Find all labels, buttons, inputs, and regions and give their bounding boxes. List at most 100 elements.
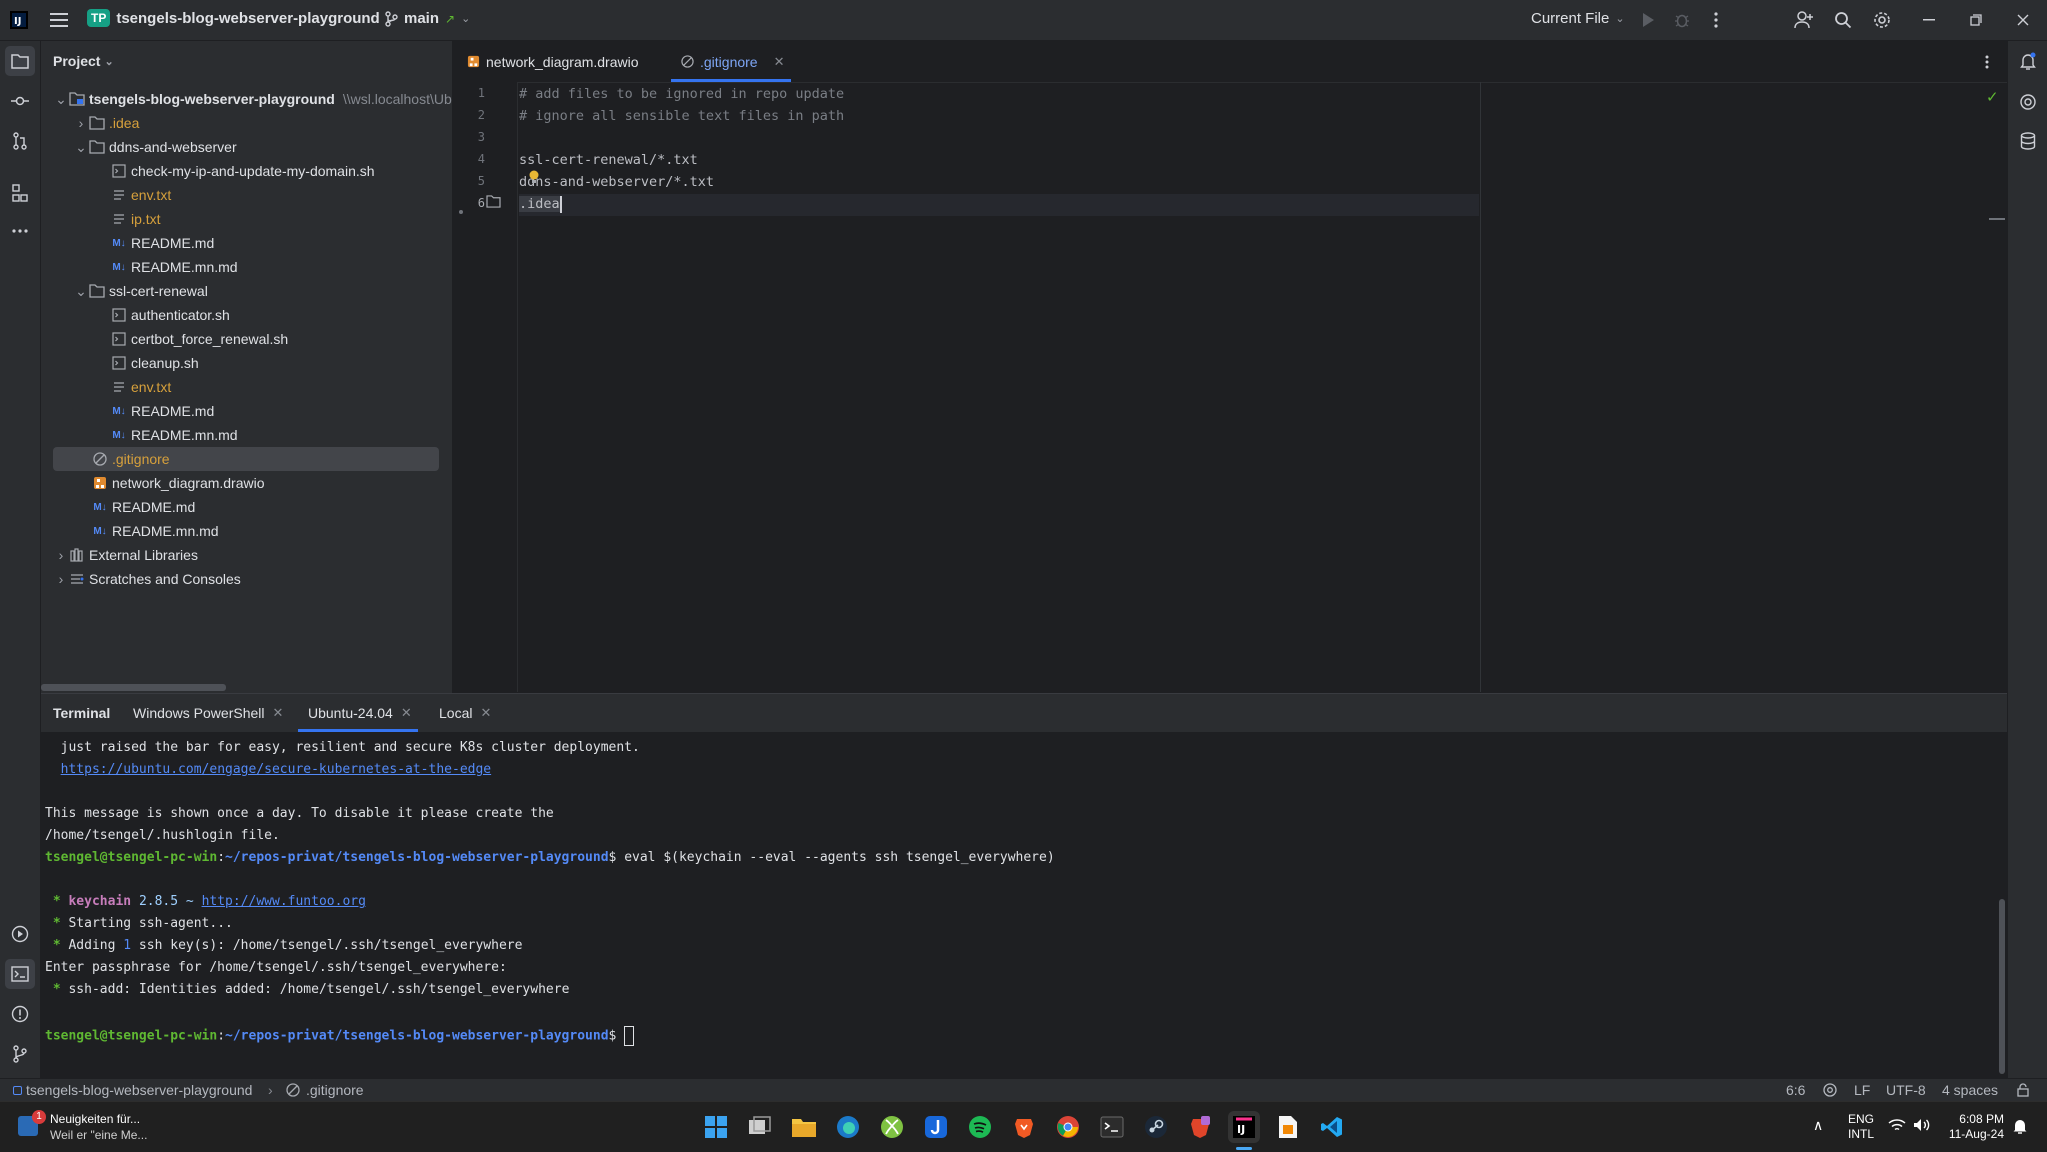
terminal-link[interactable]: https://ubuntu.com/engage/secure-kuberne…: [61, 762, 491, 777]
chrome-browser-icon[interactable]: [1052, 1111, 1084, 1143]
file-explorer-icon[interactable]: [788, 1111, 820, 1143]
tree-item-file[interactable]: check-my-ip-and-update-my-domain.sh: [111, 159, 375, 183]
inspection-ok-check-icon[interactable]: ✓: [1986, 88, 1999, 106]
run-icon[interactable]: [1633, 5, 1663, 35]
add-user-icon[interactable]: [1789, 5, 1819, 35]
tree-item-folder[interactable]: ⌄ ddns-and-webserver: [73, 135, 237, 159]
tree-item-file[interactable]: certbot_force_renewal.sh: [111, 327, 288, 351]
spotify-icon[interactable]: [964, 1111, 996, 1143]
more-tools-icon[interactable]: [5, 216, 35, 246]
project-panel-header[interactable]: Project ⌄: [53, 53, 114, 69]
tree-item-scratches[interactable]: › Scratches and Consoles: [53, 567, 241, 591]
steam-icon[interactable]: [1140, 1111, 1172, 1143]
tree-item-file[interactable]: M↓ README.mn.md: [111, 255, 237, 279]
restore-window-icon[interactable]: [1961, 5, 1991, 35]
news-widget[interactable]: 1 Neuigkeiten für... Weil er "eine Me...: [16, 1110, 166, 1144]
breadcrumb-file[interactable]: .gitignore: [306, 1082, 364, 1098]
git-tool-icon[interactable]: [5, 1039, 35, 1069]
windows-start-icon[interactable]: [700, 1111, 732, 1143]
search-icon[interactable]: [1828, 5, 1858, 35]
tab-ubuntu[interactable]: Ubuntu-24.04 ✕: [298, 694, 418, 732]
terminal-tool-icon[interactable]: [5, 959, 35, 989]
tree-item-file[interactable]: M↓ README.md: [111, 399, 214, 423]
chevron-right-icon[interactable]: ›: [53, 547, 69, 563]
chevron-right-icon[interactable]: ›: [53, 571, 69, 587]
edge-browser-icon[interactable]: [832, 1111, 864, 1143]
breadcrumb-project[interactable]: tsengels-blog-webserver-playground: [26, 1082, 252, 1098]
editor-more-icon[interactable]: [1972, 47, 2002, 77]
chevron-right-icon[interactable]: ›: [73, 115, 89, 131]
close-tab-icon[interactable]: ✕: [401, 705, 412, 721]
tree-item-file-selected[interactable]: .gitignore: [53, 447, 439, 471]
tree-item-file[interactable]: env.txt: [111, 183, 171, 207]
tree-item-folder[interactable]: › .idea: [73, 111, 140, 135]
problems-icon[interactable]: [5, 999, 35, 1029]
tree-item-file[interactable]: M↓ README.mn.md: [111, 423, 237, 447]
chevron-down-icon[interactable]: ⌄: [53, 91, 69, 107]
input-language-indicator[interactable]: ENG INTL: [1848, 1112, 1874, 1142]
commit-tool-icon[interactable]: [5, 86, 35, 116]
code-editor[interactable]: # add files to be ignored in repo update…: [519, 82, 1479, 692]
pull-requests-icon[interactable]: [5, 126, 35, 156]
line-separator[interactable]: LF: [1854, 1082, 1870, 1098]
lightbulb-icon[interactable]: [528, 170, 540, 184]
ai-assistant-icon[interactable]: [2013, 87, 2043, 117]
notification-bell-icon[interactable]: [2013, 1118, 2027, 1134]
ai-status-icon[interactable]: [1823, 1083, 1837, 1097]
tree-item-external-libraries[interactable]: › External Libraries: [53, 543, 198, 567]
windows-terminal-icon[interactable]: [1096, 1111, 1128, 1143]
jira-like-app-icon[interactable]: [920, 1111, 952, 1143]
debug-icon[interactable]: [1667, 5, 1697, 35]
read-only-lock-icon[interactable]: [2017, 1083, 2029, 1097]
close-tab-icon[interactable]: ✕: [273, 705, 284, 721]
close-window-icon[interactable]: [2008, 5, 2038, 35]
indent-setting[interactable]: 4 spaces: [1942, 1082, 1998, 1098]
tree-item-file[interactable]: cleanup.sh: [111, 351, 199, 375]
project-tool-icon[interactable]: [5, 46, 35, 76]
volume-icon[interactable]: [1913, 1118, 1931, 1132]
services-icon[interactable]: [5, 919, 35, 949]
structure-tool-icon[interactable]: [5, 178, 35, 208]
vscode-icon[interactable]: [1316, 1111, 1348, 1143]
system-clock[interactable]: 6:08 PM 11-Aug-24: [1944, 1112, 2004, 1142]
project-switcher[interactable]: TP tsengels-blog-webserver-playground ⌄: [87, 9, 395, 27]
close-tab-icon[interactable]: ✕: [480, 705, 491, 721]
intellij-taskbar-icon[interactable]: IJ: [1228, 1111, 1260, 1143]
tree-item-file[interactable]: ip.txt: [111, 207, 161, 231]
database-icon[interactable]: [2013, 126, 2043, 156]
show-hidden-icons-chevron[interactable]: ∧: [1813, 1117, 1823, 1134]
branch-switcher[interactable]: main ↗ ⌄: [384, 10, 470, 27]
main-menu-icon[interactable]: [44, 5, 74, 35]
tree-item-folder[interactable]: ⌄ ssl-cert-renewal: [73, 279, 208, 303]
chevron-down-icon[interactable]: ⌄: [73, 283, 89, 299]
caret-position[interactable]: 6:6: [1786, 1082, 1805, 1098]
tab-windows-powershell[interactable]: Windows PowerShell ✕: [133, 694, 283, 732]
file-encoding[interactable]: UTF-8: [1886, 1082, 1926, 1098]
close-tab-icon[interactable]: ✕: [774, 54, 785, 70]
minimize-window-icon[interactable]: [1914, 5, 1944, 35]
tree-item-file[interactable]: authenticator.sh: [111, 303, 230, 327]
horizontal-scrollbar[interactable]: [41, 684, 226, 691]
notifications-icon[interactable]: [2013, 46, 2043, 76]
folder-gutter-icon[interactable]: [486, 195, 501, 208]
drawio-taskbar-icon[interactable]: [1272, 1111, 1304, 1143]
task-view-icon[interactable]: [744, 1111, 776, 1143]
more-actions-icon[interactable]: [1701, 5, 1731, 35]
tree-item-file[interactable]: M↓ README.md: [92, 495, 195, 519]
settings-gear-icon[interactable]: [1867, 5, 1897, 35]
intellij-logo-icon[interactable]: IJ: [4, 5, 34, 35]
terminal-output[interactable]: just raised the bar for easy, resilient …: [45, 734, 1995, 1079]
tree-item-file[interactable]: M↓ README.mn.md: [92, 519, 218, 543]
brave-browser-icon[interactable]: [1008, 1111, 1040, 1143]
tree-item-file[interactable]: network_diagram.drawio: [92, 471, 265, 495]
xbox-icon[interactable]: [876, 1111, 908, 1143]
tab-local[interactable]: Local ✕: [439, 694, 491, 732]
brave-beta-icon[interactable]: [1184, 1111, 1216, 1143]
tab-network-diagram[interactable]: network_diagram.drawio: [467, 41, 639, 82]
tree-item-file[interactable]: M↓ README.md: [111, 231, 214, 255]
terminal-link[interactable]: http://www.funtoo.org: [202, 894, 366, 909]
tree-item-file[interactable]: env.txt: [111, 375, 171, 399]
chevron-down-icon[interactable]: ⌄: [73, 139, 89, 155]
run-config-selector[interactable]: Current File ⌄: [1531, 10, 1625, 27]
tab-gitignore[interactable]: .gitignore ✕: [671, 41, 790, 82]
